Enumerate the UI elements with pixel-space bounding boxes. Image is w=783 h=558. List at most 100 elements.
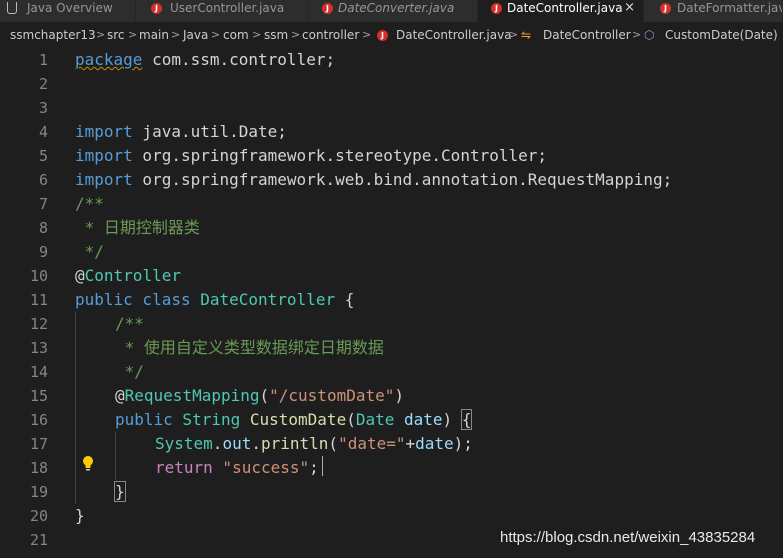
line-number: 11 [29,291,48,309]
watermark: https://blog.csdn.net/weixin_43835284 [500,529,756,546]
java-file-icon [151,3,162,14]
tab-date-formatter[interactable]: DateFormatter.java [644,0,783,22]
code-token: date [394,410,443,429]
code-token: ( [328,434,339,453]
code-line-8: * 日期控制器类 [75,218,200,237]
code-token: "success" [212,458,310,477]
code-token: Controller [84,266,181,285]
code-token: ) [442,410,462,429]
line-number: 12 [29,315,48,333]
breadcrumb-item-ssm[interactable]: ssm [264,22,288,48]
line-number: 8 [38,219,48,237]
code-token: ) [394,386,405,405]
code-token: ( [346,410,356,429]
chevron-right-icon: > [632,28,642,41]
breadcrumb: ssmchapter13 > src > main > Java > com >… [0,22,783,48]
breadcrumb-item-java[interactable]: Java [183,22,208,48]
java-file-icon [660,3,671,14]
line-number: 19 [29,483,48,501]
code-line-18: return "success"; [155,456,319,480]
chevron-right-icon: > [291,28,301,41]
line-number: 16 [29,411,48,429]
breadcrumb-item-main[interactable]: main [139,22,169,48]
line-number: 9 [38,243,48,261]
code-token: import [75,122,133,141]
tab-label: DateController.java [507,1,623,15]
code-line-16: public String CustomDate(Date date) { [115,408,473,432]
chevron-right-icon: > [96,28,106,41]
tab-date-controller[interactable]: DateController.java × [478,0,644,22]
breadcrumb-item-ssmchapter13[interactable]: ssmchapter13 [10,22,96,48]
tab-label: DateFormatter.java [677,1,783,15]
line-number: 3 [38,99,48,117]
chevron-right-icon: > [128,28,138,41]
lightbulb-icon[interactable] [82,455,94,473]
code-token: package [75,50,143,69]
java-overview-icon [7,2,17,14]
code-line-19: } [114,480,126,504]
breadcrumb-item-com[interactable]: com [223,22,249,48]
indent-guide [115,432,116,480]
code-token: out [222,434,252,453]
code-token: import [75,146,133,165]
line-number: 6 [38,171,48,189]
line-number: 13 [29,339,48,357]
tab-user-controller[interactable]: UserController.java [136,0,308,22]
chevron-right-icon: > [211,28,221,41]
breadcrumb-item-file[interactable]: DateController.java [396,22,512,48]
code-token: + [405,434,416,453]
breadcrumb-item-method[interactable]: CustomDate(Date) [665,22,778,48]
code-token: public [75,290,133,309]
method-icon: ⬡ [644,28,655,42]
code-token: ( [259,386,270,405]
code-token: println [260,434,329,453]
line-number: 17 [29,435,48,453]
code-line-15: @RequestMapping("/customDate") [115,384,404,408]
code-token: . [251,434,261,453]
code-line-20: } [75,506,85,525]
breadcrumb-item-controller[interactable]: controller [302,22,359,48]
code-token: java.util.Date; [132,122,287,141]
java-file-icon [491,3,502,14]
code-line-4: import java.util.Date; [75,120,287,144]
code-line-7: /** [75,194,104,213]
matched-bracket: } [114,481,126,502]
code-token: class [132,290,191,309]
code-line-9: */ [75,242,104,261]
close-icon[interactable]: × [624,0,635,16]
tab-label: Java Overview [27,1,113,15]
line-number: 1 [38,51,48,69]
code-editor[interactable]: 1 2 3 4 5 6 7 8 9 10 11 12 13 14 15 16 1… [0,48,783,558]
code-line-10: @Controller [75,264,181,288]
line-number-gutter: 1 2 3 4 5 6 7 8 9 10 11 12 13 14 15 16 1… [0,48,60,558]
editor-tab-bar: Java Overview UserController.java DateCo… [0,0,783,22]
line-number: 2 [38,75,48,93]
code-token: ); [453,434,473,453]
chevron-right-icon: > [171,28,181,41]
line-number: 10 [29,267,48,285]
code-line-17: System.out.println("date="+date); [155,432,473,456]
code-token: "date=" [338,434,406,453]
breadcrumb-item-class[interactable]: DateController [543,22,631,48]
line-number: 4 [38,123,48,141]
line-number: 20 [29,507,48,525]
code-token: org.springframework.web.bind.annotation.… [132,170,673,189]
java-file-icon [377,30,388,41]
tab-date-converter[interactable]: DateConverter.java [308,0,478,22]
code-line-14: */ [115,362,144,381]
code-token: . [212,434,223,453]
class-icon: ⇋ [521,28,532,42]
breadcrumb-item-src[interactable]: src [107,22,125,48]
code-token: date [415,434,454,453]
line-number: 14 [29,363,48,381]
code-line-12: /** [115,314,144,333]
code-token: com.ssm.controller; [142,50,336,69]
code-token: "/customDate" [269,386,395,405]
code-token: ; [309,458,319,477]
code-line-6: import org.springframework.web.bind.anno… [75,168,672,192]
code-token: CustomDate [240,410,347,429]
code-line-11: public class DateController { [75,288,354,312]
code-token: RequestMapping [124,386,260,405]
tab-java-overview[interactable]: Java Overview [0,0,136,22]
code-line-5: import org.springframework.stereotype.Co… [75,144,547,168]
